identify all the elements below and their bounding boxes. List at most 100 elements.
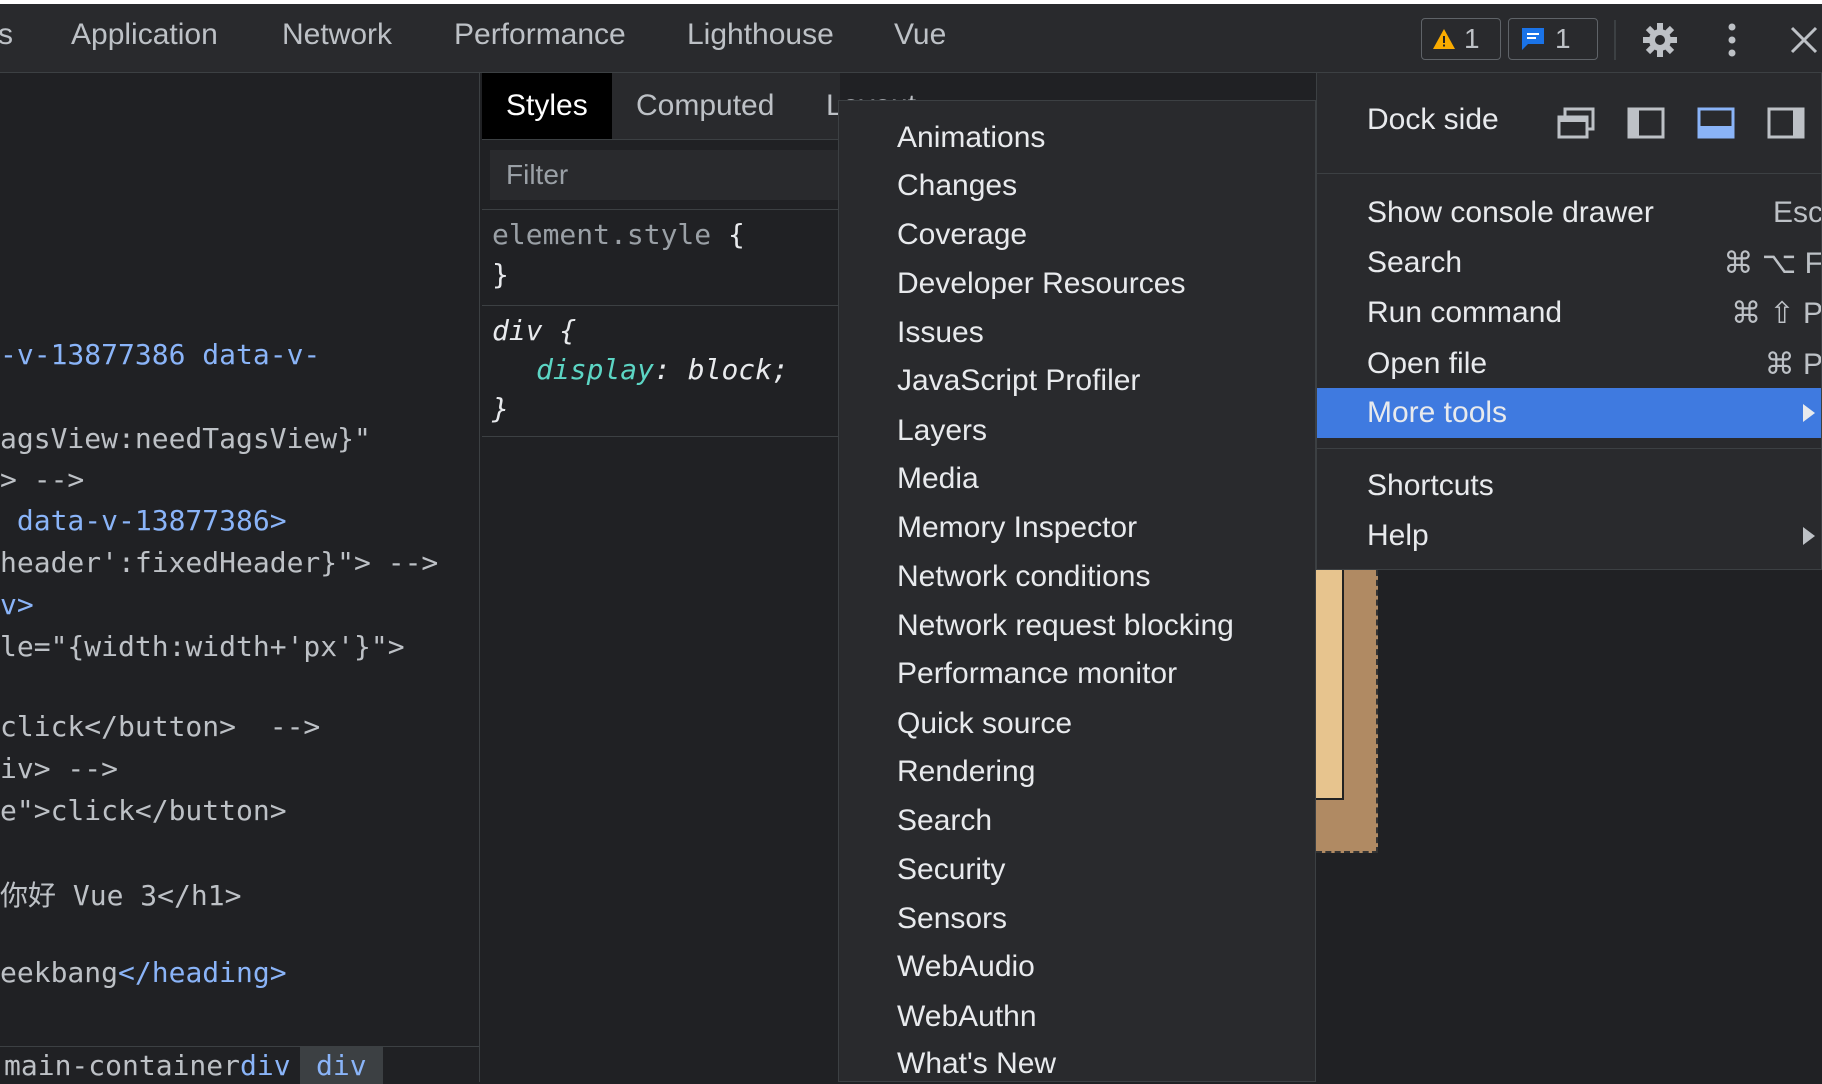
gear-icon: [1643, 23, 1677, 57]
dom-line[interactable]: click</button> -->: [0, 710, 320, 743]
menu-divider: [1317, 448, 1821, 449]
undock-icon[interactable]: [1557, 107, 1595, 139]
menu-item-security[interactable]: Security: [897, 853, 1005, 887]
dom-line[interactable]: data-v-13877386>: [0, 504, 287, 537]
menu-item-media[interactable]: Media: [897, 462, 979, 496]
css-property-name[interactable]: display: [536, 353, 654, 386]
menu-item-changes[interactable]: Changes: [897, 169, 1017, 203]
styles-filter-input[interactable]: Filter: [490, 150, 840, 200]
warnings-badge[interactable]: 1: [1421, 18, 1501, 60]
menu-item-label: Run command: [1367, 296, 1563, 329]
menu-item-whats-new[interactable]: What's New: [897, 1047, 1056, 1081]
menu-item-search[interactable]: Search ⌘ ⌥ F: [1317, 238, 1822, 288]
close-icon: [1790, 26, 1818, 54]
menu-item-developer-resources[interactable]: Developer Resources: [897, 267, 1185, 301]
menu-item-webaudio[interactable]: WebAudio: [897, 950, 1035, 984]
menu-item-label: Help: [1367, 519, 1429, 552]
breadcrumb-item[interactable]: main-container: [4, 1049, 240, 1082]
menu-item-shortcut: ⌘ ⇧ P: [1731, 297, 1822, 330]
css-property-value[interactable]: block;: [688, 353, 789, 386]
submenu-arrow-icon: [1803, 527, 1815, 545]
menu-item-show-console-drawer[interactable]: Show console drawer Esc: [1317, 188, 1822, 238]
menu-item-open-file[interactable]: Open file ⌘ P: [1317, 339, 1822, 389]
dom-text: eekbang: [0, 956, 119, 989]
tab-vue[interactable]: Vue: [894, 18, 946, 52]
tab-computed[interactable]: Computed: [612, 73, 798, 139]
breadcrumb-item[interactable]: div: [240, 1049, 291, 1082]
dom-line[interactable]: eekbang</heading>: [0, 956, 287, 989]
toolbar-divider: [1614, 20, 1616, 60]
menu-item-rendering[interactable]: Rendering: [897, 755, 1035, 789]
kebab-menu-icon: [1728, 23, 1736, 57]
dom-line[interactable]: e">click</button>: [0, 794, 287, 827]
rule-selector: element.style: [492, 218, 712, 251]
dock-left-icon[interactable]: [1627, 107, 1665, 139]
menu-item-label: More tools: [1367, 396, 1508, 429]
dom-line[interactable]: agsView:needTagsView}": [0, 422, 371, 455]
menu-item-label: Open file: [1367, 347, 1488, 380]
tab-console-partial[interactable]: s: [0, 18, 13, 52]
messages-badge[interactable]: 1: [1508, 18, 1598, 60]
dock-bottom-icon[interactable]: [1697, 107, 1735, 139]
menu-item-memory-inspector[interactable]: Memory Inspector: [897, 511, 1137, 545]
menu-item-help[interactable]: Help: [1317, 511, 1821, 561]
menu-divider: [1317, 173, 1821, 174]
more-options-button[interactable]: [1710, 18, 1754, 62]
menu-item-webauthn[interactable]: WebAuthn: [897, 1000, 1037, 1034]
menu-item-sensors[interactable]: Sensors: [897, 902, 1007, 936]
box-model-content: [1316, 570, 1344, 800]
rule-selector: div: [492, 314, 543, 347]
tab-lighthouse[interactable]: Lighthouse: [687, 18, 834, 52]
breadcrumb: main-container div div: [0, 1046, 480, 1084]
dom-line[interactable]: le="{width:width+'px'}">: [0, 630, 405, 663]
dom-closing-tag: </heading>: [118, 956, 287, 989]
menu-item-search[interactable]: Search: [897, 804, 992, 838]
dom-line[interactable]: 你好 Vue 3</h1>: [0, 874, 241, 914]
tab-styles[interactable]: Styles: [482, 73, 612, 139]
elements-dom-tree[interactable]: -v-13877386 data-v- agsView:needTagsView…: [0, 73, 480, 1082]
warnings-count: 1: [1464, 23, 1480, 54]
menu-item-label: Search: [1367, 246, 1463, 279]
menu-item-javascript-profiler[interactable]: JavaScript Profiler: [897, 364, 1140, 398]
dom-line[interactable]: header':fixedHeader}"> -->: [0, 546, 438, 579]
menu-item-network-conditions[interactable]: Network conditions: [897, 560, 1150, 594]
box-model-diagram: [1316, 570, 1378, 853]
warning-icon: [1433, 29, 1455, 49]
customize-devtools-menu: Dock side Show console drawer Esc Search…: [1316, 72, 1822, 570]
dom-line[interactable]: v>: [0, 588, 34, 621]
menu-item-shortcut: Esc: [1772, 196, 1822, 229]
menu-item-run-command[interactable]: Run command ⌘ ⇧ P: [1317, 288, 1822, 338]
style-rule-div[interactable]: div { display: block; }: [482, 305, 840, 437]
close-devtools-button[interactable]: [1782, 18, 1822, 62]
dock-side-label: Dock side: [1367, 103, 1499, 136]
menu-item-issues[interactable]: Issues: [897, 316, 984, 350]
dom-line[interactable]: -v-13877386 data-v-: [0, 338, 320, 371]
style-rule-element[interactable]: element.style { }: [482, 209, 840, 306]
devtools-tab-bar: s Application Network Performance Lighth…: [0, 0, 1822, 73]
menu-item-animations[interactable]: Animations: [897, 121, 1045, 155]
menu-item-shortcut: ⌘ ⌥ F: [1723, 247, 1822, 280]
dock-right-icon[interactable]: [1767, 107, 1805, 139]
menu-item-layers[interactable]: Layers: [897, 414, 987, 448]
styles-tab-bar: Styles Computed Layout: [482, 73, 916, 140]
menu-item-shortcut: ⌘ P: [1764, 348, 1822, 381]
settings-button[interactable]: [1638, 18, 1682, 62]
dom-line[interactable]: iv> -->: [0, 752, 118, 785]
submenu-arrow-icon: [1803, 404, 1815, 422]
menu-item-coverage[interactable]: Coverage: [897, 218, 1027, 252]
tab-performance[interactable]: Performance: [454, 18, 626, 52]
menu-item-label: Shortcuts: [1367, 469, 1494, 502]
menu-item-quick-source[interactable]: Quick source: [897, 707, 1072, 741]
tab-network[interactable]: Network: [282, 18, 392, 52]
breadcrumb-item-selected[interactable]: div: [300, 1047, 383, 1084]
messages-count: 1: [1555, 23, 1571, 54]
more-tools-submenu: Animations Changes Coverage Developer Re…: [838, 100, 1316, 1082]
menu-item-performance-monitor[interactable]: Performance monitor: [897, 657, 1177, 691]
tab-application[interactable]: Application: [71, 18, 218, 52]
menu-item-more-tools[interactable]: More tools: [1317, 388, 1821, 438]
dom-line[interactable]: > -->: [0, 463, 84, 496]
styles-pane: Styles Computed Layout Filter element.st…: [482, 73, 916, 1082]
menu-item-shortcuts[interactable]: Shortcuts: [1317, 461, 1821, 511]
menu-item-network-request-blocking[interactable]: Network request blocking: [897, 609, 1234, 643]
menu-item-label: Show console drawer: [1367, 196, 1654, 229]
